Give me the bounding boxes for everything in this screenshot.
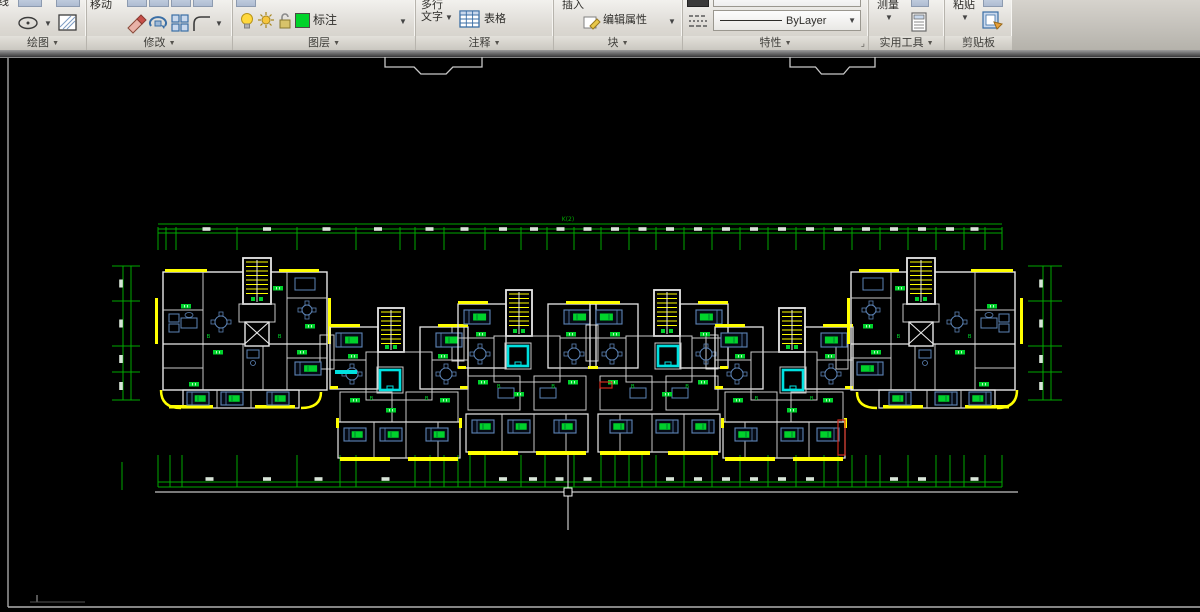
svg-text:B: B — [551, 384, 555, 390]
ribbon-panel-properties: ByLayer ▼ 特性 ▼ ⌟ — [683, 0, 869, 50]
erase-tool-icon[interactable] — [125, 12, 147, 39]
svg-text:K(2): K(2) — [562, 216, 574, 223]
measure-dropdown-arrow[interactable]: ▼ — [885, 12, 893, 24]
cutoff-color-swatch[interactable] — [687, 0, 709, 7]
fillet-dropdown-arrow[interactable]: ▼ — [215, 18, 223, 30]
annotate-panel-title[interactable]: 注释 ▼ — [416, 36, 553, 50]
svg-text:B: B — [207, 334, 211, 340]
linetype-combobox[interactable]: ByLayer ▼ — [713, 10, 861, 31]
modify-panel-title[interactable]: 修改 ▼ — [87, 36, 232, 50]
layer-dropdown-arrow[interactable]: ▼ — [399, 16, 407, 28]
svg-text:B: B — [685, 384, 689, 390]
paste-button-label[interactable]: 粘贴 — [953, 0, 975, 11]
layer-on-bulb-icon[interactable] — [238, 11, 256, 36]
cutoff-icon[interactable] — [193, 0, 213, 7]
paste-dropdown-arrow[interactable]: ▼ — [961, 12, 969, 24]
cutoff-combo[interactable] — [713, 0, 861, 7]
ribbon-panel-clipboard: 粘贴 ▼ 剪贴板 — [945, 0, 1013, 50]
linetype-preview — [720, 20, 782, 21]
cutoff-icon[interactable] — [911, 0, 929, 7]
ribbon-panel-modify: 移动 ▼ 修改 ▼ — [87, 0, 233, 50]
quick-calc-icon[interactable] — [909, 11, 929, 38]
ribbon-panel-layers: 标注 ▼ 图层 ▼ — [233, 0, 416, 50]
svg-text:B: B — [497, 384, 501, 390]
layer-unlock-icon[interactable] — [276, 11, 294, 36]
line-tool-label[interactable]: 线 — [0, 0, 9, 8]
table-button-label[interactable]: 表格 — [484, 13, 506, 25]
ellipse-tool-icon[interactable] — [16, 12, 42, 39]
layer-freeze-sun-icon[interactable] — [257, 11, 275, 36]
insert-button-label[interactable]: 插入 — [562, 0, 584, 11]
fillet-tool-icon[interactable] — [191, 12, 213, 39]
autocad-window: { "ribbon": { "draw": { "label": "绘图", "… — [0, 0, 1200, 612]
svg-text:B: B — [897, 334, 901, 340]
drawing-canvas[interactable]: K(2) B B B B B B B B B B B B — [0, 57, 1200, 612]
cutoff-icon[interactable] — [149, 0, 169, 7]
cutoff-icon[interactable] — [56, 0, 80, 7]
ribbon-panel-draw: 线 ▼ 绘图 ▼ — [0, 0, 87, 50]
clipboard-panel-title[interactable]: 剪贴板 — [945, 36, 1012, 50]
measure-button-label[interactable]: 测量 — [877, 0, 899, 11]
linetype-dropdown-arrow[interactable]: ▼ — [848, 16, 856, 25]
linetype-value: ByLayer — [786, 15, 826, 27]
paste-special-icon[interactable] — [981, 10, 1005, 37]
svg-text:B: B — [370, 396, 374, 402]
ribbon-panel-block: 插入 编辑属性 ▼ 块 ▼ — [554, 0, 683, 50]
current-layer-name[interactable]: 标注 — [313, 14, 337, 26]
table-tool-icon[interactable] — [458, 8, 482, 37]
linetype-icon[interactable] — [687, 11, 709, 36]
svg-text:B: B — [278, 334, 282, 340]
floor-plan-drawing: K(2) B B B B B B B B B B B B — [0, 57, 1200, 612]
array-tool-icon[interactable] — [169, 12, 191, 39]
layer-color-swatch[interactable] — [295, 13, 310, 28]
properties-panel-title[interactable]: 特性 ▼ ⌟ — [683, 36, 868, 50]
svg-text:B: B — [631, 384, 635, 390]
svg-text:B: B — [755, 396, 759, 402]
hatch-tool-icon[interactable] — [56, 12, 80, 39]
draw-panel-title[interactable]: 绘图 ▼ — [0, 36, 86, 50]
layers-panel-title[interactable]: 图层 ▼ — [233, 36, 415, 50]
rotate-tool-icon[interactable] — [147, 12, 169, 39]
ribbon: 线 ▼ 绘图 ▼ 移动 ▼ 修改 ▼ — [0, 0, 1200, 50]
cutoff-icon[interactable] — [127, 0, 147, 7]
cutoff-icon[interactable] — [171, 0, 191, 7]
svg-text:B: B — [968, 334, 972, 340]
cutoff-icon[interactable] — [18, 0, 42, 7]
svg-text:B: B — [810, 396, 814, 402]
cutoff-icon[interactable] — [236, 0, 256, 7]
move-button-label[interactable]: 移动 — [90, 0, 112, 11]
mtext-button-label[interactable]: 多行文字▼ — [421, 0, 453, 24]
ribbon-panel-annotate: 多行文字▼ 表格 注释 ▼ — [416, 0, 554, 50]
utilities-panel-title[interactable]: 实用工具 ▼ — [869, 36, 944, 50]
ribbon-empty-area — [1012, 0, 1200, 50]
ribbon-panel-utilities: 测量 ▼ 实用工具 ▼ — [869, 0, 945, 50]
svg-text:B: B — [425, 396, 429, 402]
edit-attribute-dropdown-arrow[interactable]: ▼ — [668, 16, 676, 28]
edit-attribute-label[interactable]: 编辑属性 — [603, 14, 647, 26]
cutoff-icon[interactable] — [983, 0, 1003, 7]
ribbon-bottom-strip — [0, 50, 1200, 57]
edit-attribute-icon[interactable] — [582, 12, 602, 37]
properties-dialog-launcher[interactable]: ⌟ — [861, 38, 865, 49]
ellipse-dropdown-arrow[interactable]: ▼ — [44, 18, 52, 30]
block-panel-title[interactable]: 块 ▼ — [554, 36, 682, 50]
